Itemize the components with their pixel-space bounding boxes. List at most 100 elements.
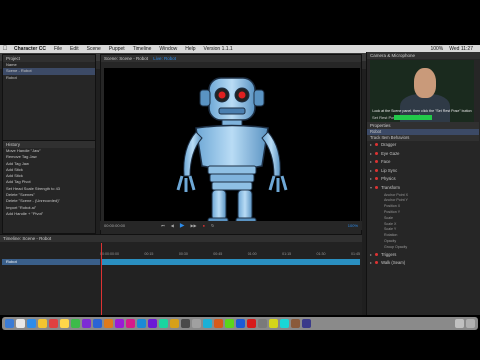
- indesign-icon[interactable]: [126, 319, 135, 328]
- project-panel-title[interactable]: Project: [3, 55, 95, 62]
- timecode-readout[interactable]: 00:00:00:00: [104, 223, 125, 228]
- behavior-lip-sync[interactable]: ▸ Lip Sync: [367, 167, 479, 176]
- timeline-ruler[interactable]: 00:00:00:00 00:15 00:30 00:45 01:00 01:1…: [100, 252, 360, 258]
- photoshop-icon[interactable]: [93, 319, 102, 328]
- behavior-enabled-icon[interactable]: [375, 160, 379, 164]
- track-bar[interactable]: [102, 259, 360, 265]
- menu-timeline[interactable]: Timeline: [129, 45, 156, 53]
- launchpad-icon[interactable]: [16, 319, 25, 328]
- behavior-dragger[interactable]: ▸ Dragger: [367, 141, 479, 150]
- robot-head: [199, 77, 265, 121]
- calendar-icon[interactable]: [49, 319, 58, 328]
- app-icon[interactable]: [291, 319, 300, 328]
- zoom-dropdown[interactable]: 100%: [348, 223, 358, 228]
- letterbox-top: [0, 0, 480, 45]
- finder-icon[interactable]: [5, 319, 14, 328]
- behavior-triggers[interactable]: ▸ Triggers: [367, 251, 479, 260]
- project-item-puppet[interactable]: Robot: [3, 75, 95, 81]
- right-eye-icon: [238, 91, 246, 99]
- step-back-icon[interactable]: ◀: [171, 223, 174, 228]
- messages-icon[interactable]: [71, 319, 80, 328]
- scene-canvas[interactable]: [104, 68, 360, 228]
- record-icon[interactable]: ●: [203, 223, 205, 228]
- downloads-stack-icon[interactable]: [455, 319, 464, 328]
- ruler-tick: 00:45: [213, 252, 223, 256]
- disclosure-triangle-icon[interactable]: ▸: [370, 159, 372, 164]
- disclosure-triangle-icon[interactable]: ▸: [370, 168, 372, 173]
- apple-icon[interactable]: : [0, 45, 10, 53]
- disclosure-triangle-icon[interactable]: ▸: [370, 142, 372, 147]
- disclosure-triangle-icon[interactable]: ▸: [370, 252, 372, 257]
- app-icon[interactable]: [280, 319, 289, 328]
- menu-help[interactable]: Help: [181, 45, 199, 53]
- behavior-label: Walk (Seam): [381, 260, 406, 266]
- menu-edit[interactable]: Edit: [66, 45, 83, 53]
- scene-panel-title[interactable]: Scene: Scene - Robot Live: Robot: [101, 55, 361, 62]
- track-name[interactable]: Robot: [2, 259, 100, 265]
- menu-scene[interactable]: Scene: [83, 45, 105, 53]
- trash-icon[interactable]: [466, 319, 475, 328]
- behavior-enabled-icon[interactable]: [375, 177, 379, 181]
- behavior-enabled-icon[interactable]: [375, 252, 379, 256]
- behavior-face[interactable]: ▸ Face: [367, 158, 479, 167]
- playhead[interactable]: [101, 243, 102, 315]
- disclosure-triangle-icon[interactable]: ▸: [370, 260, 372, 265]
- chrome-icon[interactable]: [38, 319, 47, 328]
- properties-panel-title[interactable]: Properties: [367, 122, 479, 129]
- behavior-enabled-icon[interactable]: [375, 185, 379, 189]
- bridge-icon[interactable]: [170, 319, 179, 328]
- disclosure-triangle-icon[interactable]: ▸: [370, 151, 372, 156]
- menu-puppet[interactable]: Puppet: [105, 45, 129, 53]
- premiere-icon[interactable]: [82, 319, 91, 328]
- app-store-icon[interactable]: [203, 319, 212, 328]
- step-forward-icon[interactable]: ▶▶: [190, 223, 196, 228]
- loop-icon[interactable]: ↻: [211, 223, 214, 228]
- behavior-physics[interactable]: ▸ Physics: [367, 175, 479, 184]
- app-icon[interactable]: [302, 319, 311, 328]
- left-eye-icon: [218, 91, 226, 99]
- transform-params: Anchor Point X Anchor Point Y Position X…: [367, 193, 479, 251]
- mic-level-meter: [394, 115, 432, 120]
- ruler-tick: 00:15: [144, 252, 154, 256]
- history-item[interactable]: Add Handle + "Pivot": [3, 211, 95, 217]
- safari-icon[interactable]: [27, 319, 36, 328]
- menu-file[interactable]: File: [50, 45, 66, 53]
- play-icon[interactable]: ▶: [180, 222, 185, 229]
- skip-start-icon[interactable]: ⏮: [161, 223, 165, 228]
- character-animator-icon[interactable]: [181, 319, 190, 328]
- illustrator-icon[interactable]: [104, 319, 113, 328]
- behavior-transform[interactable]: ▾ Transform: [367, 184, 479, 193]
- properties-panel: Properties Robot Track Item Behaviors ▸ D…: [367, 122, 479, 315]
- after-effects-icon[interactable]: [115, 319, 124, 328]
- history-panel-title[interactable]: History: [3, 141, 95, 148]
- behavior-eye-gaze[interactable]: ▸ Eye Gaze: [367, 150, 479, 159]
- behavior-label: Physics: [381, 176, 396, 182]
- app-icon[interactable]: [214, 319, 223, 328]
- behavior-label: Lip Sync: [381, 167, 398, 173]
- behavior-enabled-icon[interactable]: [375, 168, 379, 172]
- menu-app[interactable]: Character CC: [10, 45, 50, 53]
- behavior-enabled-icon[interactable]: [375, 261, 379, 265]
- ruler-tick: 01:30: [316, 252, 326, 256]
- disclosure-triangle-icon[interactable]: ▾: [370, 185, 372, 190]
- dreamweaver-icon[interactable]: [159, 319, 168, 328]
- timeline-panel-title[interactable]: Timeline: Scene - Robot: [0, 235, 362, 242]
- audition-icon[interactable]: [148, 319, 157, 328]
- notes-icon[interactable]: [60, 319, 69, 328]
- behavior-enabled-icon[interactable]: [375, 151, 379, 155]
- menu-window[interactable]: Window: [155, 45, 181, 53]
- lightroom-icon[interactable]: [137, 319, 146, 328]
- scene-transport-bar: 00:00:00:00 ⏮ ◀ ▶ ▶▶ ● ↻ 100%: [100, 221, 362, 230]
- camera-panel-title[interactable]: Camera & Microphone: [367, 52, 480, 59]
- menu-version: Version 1.1.1: [203, 46, 233, 52]
- app-icon[interactable]: [258, 319, 267, 328]
- app-icon[interactable]: [236, 319, 245, 328]
- app-icon[interactable]: [269, 319, 278, 328]
- disclosure-triangle-icon[interactable]: ▸: [370, 176, 372, 181]
- system-prefs-icon[interactable]: [192, 319, 201, 328]
- app-icon[interactable]: [225, 319, 234, 328]
- scene-live-tab[interactable]: Live: Robot: [153, 56, 176, 61]
- behavior-walk[interactable]: ▸ Walk (Seam): [367, 259, 479, 268]
- app-icon[interactable]: [247, 319, 256, 328]
- behavior-enabled-icon[interactable]: [375, 143, 379, 146]
